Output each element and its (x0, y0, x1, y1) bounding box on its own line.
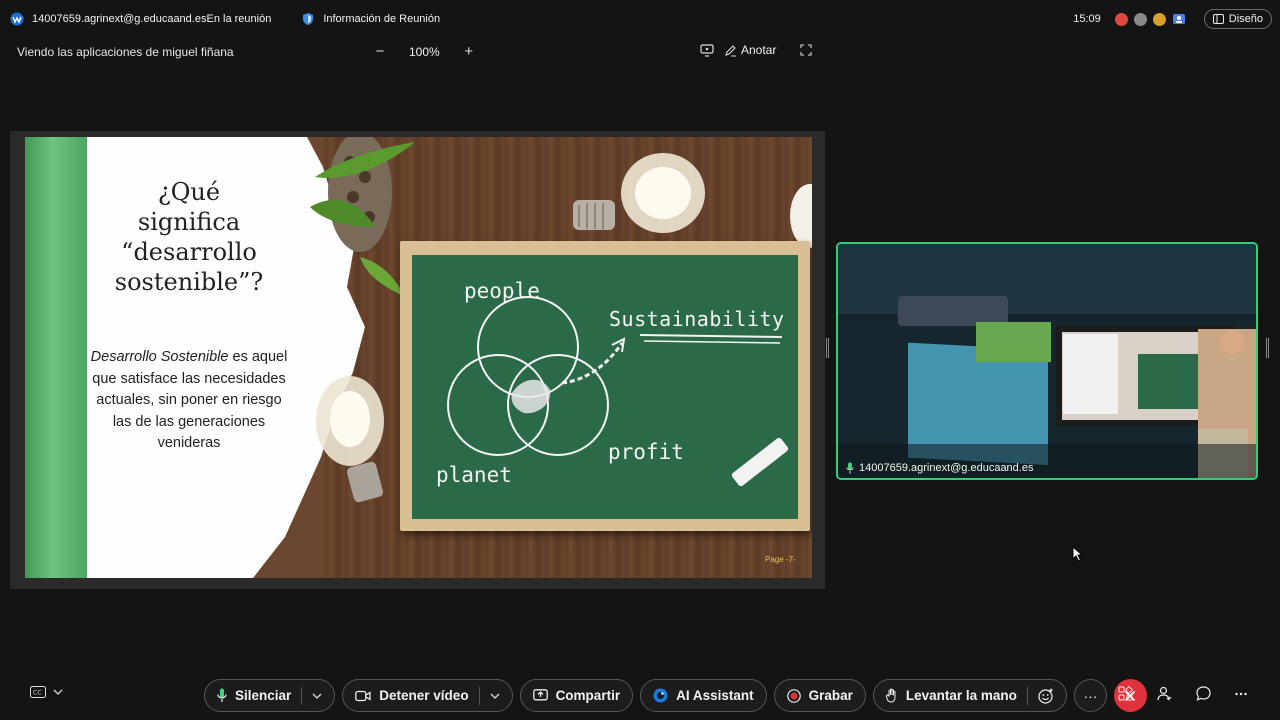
zoom-in-button[interactable]: + (462, 43, 476, 61)
meeting-id: 14007659.agrinext@g.educaand.es (32, 13, 207, 25)
slide-title-line: sostenible”? (114, 268, 264, 296)
mouse-cursor-icon (1072, 546, 1084, 562)
participants-icon (1157, 686, 1172, 701)
chevron-down-icon (53, 689, 63, 695)
meeting-info-label: Información de Reunión (323, 13, 441, 25)
chevron-down-icon[interactable] (312, 693, 322, 699)
sharing-bar: Viendo las aplicaciones de miguel fiñana… (0, 40, 830, 66)
zoom-level: 100% (409, 45, 440, 59)
chat-button[interactable] (1196, 686, 1211, 701)
share-label: Compartir (555, 688, 621, 703)
chalk-people: people (464, 279, 540, 303)
sharing-title: Viendo las aplicaciones de miguel fiñana (17, 45, 234, 59)
ai-assistant-icon (653, 688, 668, 703)
participant-name-label: 14007659.agrinext@g.educaand.es (846, 462, 1033, 474)
notification-dot-1[interactable] (1114, 12, 1128, 26)
slide-page-number: Page -7- (765, 555, 796, 564)
slide-title-line: significa (137, 208, 241, 236)
svg-text:CC: CC (33, 690, 41, 697)
video-camera-icon (355, 690, 371, 701)
raise-hand-label: Levantar la mano (905, 688, 1017, 703)
chalk-planet: planet (436, 463, 512, 487)
record-label: Grabar (808, 688, 853, 703)
lightbulb-icon (573, 153, 705, 233)
ellipsis-icon (1235, 692, 1247, 695)
zoom-out-button[interactable]: − (373, 43, 387, 61)
shared-slide[interactable]: people Sustainability profit planet ¿Qué… (25, 137, 812, 578)
layout-icon (1212, 14, 1224, 24)
slide-green-stripe (25, 137, 87, 578)
stop-video-label: Detener vídeo (379, 688, 469, 703)
slide-title-line: “desarrollo (121, 238, 257, 266)
slide-title-line: ¿Qué (157, 178, 221, 206)
expand-icon[interactable] (800, 44, 812, 56)
meeting-status: En la reunión (206, 13, 272, 25)
chalk-sustainability: Sustainability (609, 307, 785, 331)
mute-button[interactable]: Silenciar (204, 679, 336, 712)
share-button[interactable]: Compartir (519, 679, 634, 712)
participant-name: 14007659.agrinext@g.educaand.es (859, 462, 1034, 474)
slide-body: Desarrollo Sostenible es aquel que satis… (89, 347, 289, 455)
ai-assistant-label: AI Assistant (676, 688, 754, 703)
clock: 15:09 (1073, 13, 1101, 25)
header-right: 15:09 Diseño (1073, 9, 1272, 29)
layout-label: Diseño (1228, 13, 1263, 25)
lightbulb-icon (316, 376, 384, 503)
side-panel-tools (1118, 686, 1247, 701)
webex-logo-icon (10, 12, 24, 26)
top-bar: 14007659.agrinext@g.educaand.es En la re… (0, 0, 1280, 38)
pen-icon (725, 44, 736, 56)
captions-icon: CC (30, 686, 46, 698)
hand-icon (885, 688, 896, 703)
resize-handle-left[interactable] (826, 338, 829, 358)
microphone-icon (217, 688, 227, 702)
slide-body-term: Desarrollo Sostenible (90, 349, 229, 365)
participant-video (838, 244, 1256, 478)
annotate-label: Anotar (741, 43, 777, 57)
annotate-button[interactable]: Anotar (724, 43, 776, 57)
chat-icon (1196, 686, 1211, 701)
apps-button[interactable] (1118, 686, 1133, 701)
captions-button[interactable]: CC (30, 686, 63, 698)
ai-assistant-button[interactable]: AI Assistant (640, 679, 767, 712)
slide-title: ¿Qué significa “desarrollo sostenible”? (89, 177, 289, 297)
notification-dot-2[interactable] (1133, 12, 1147, 26)
share-screen-icon (532, 689, 548, 701)
share-tools: Anotar (700, 43, 812, 57)
chevron-down-icon[interactable] (490, 693, 500, 699)
zoom-controls: − 100% + (373, 43, 476, 61)
plant-image (310, 137, 415, 297)
people-icon[interactable] (1172, 12, 1186, 26)
chalkboard-surface: people Sustainability profit planet (412, 255, 798, 519)
participants-button[interactable] (1157, 686, 1172, 701)
layout-button[interactable]: Diseño (1203, 9, 1272, 29)
meeting-header: 14007659.agrinext@g.educaand.es En la re… (0, 12, 440, 26)
mute-label: Silenciar (235, 688, 292, 703)
microphone-icon (846, 462, 854, 474)
shield-icon (303, 13, 314, 25)
record-icon (786, 688, 801, 703)
apps-icon (1118, 686, 1133, 701)
participant-video-tile[interactable]: 14007659.agrinext@g.educaand.es (836, 242, 1258, 480)
more-options-button[interactable]: ··· (1073, 679, 1107, 712)
meeting-info-button[interactable]: Información de Reunión (301, 12, 440, 26)
notification-dot-3[interactable] (1152, 12, 1166, 26)
meeting-controls: Silenciar Detener vídeo Compartir AI Ass… (204, 679, 1147, 712)
reactions-icon[interactable] (1038, 688, 1054, 704)
raise-hand-button[interactable]: Levantar la mano (872, 679, 1067, 712)
chalk-profit: profit (608, 440, 684, 464)
resize-handle-right[interactable] (1266, 338, 1269, 358)
chalkboard: people Sustainability profit planet (400, 241, 810, 531)
remote-control-icon[interactable] (700, 43, 714, 57)
more-panels-button[interactable] (1235, 692, 1247, 696)
stop-video-button[interactable]: Detener vídeo (342, 679, 513, 712)
record-button[interactable]: Grabar (773, 679, 866, 712)
